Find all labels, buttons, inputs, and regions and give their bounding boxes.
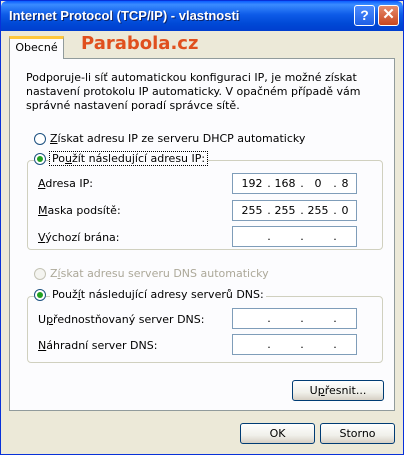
radio-ip-manual-label[interactable]: Použít následující adresu IP: <box>48 151 209 166</box>
ip-address-label: Adresa IP: <box>38 177 93 190</box>
properties-dialog: Internet Protocol (TCP/IP) - vlastnosti … <box>0 0 404 455</box>
default-gateway-label: Výchozí brána: <box>38 231 120 244</box>
radio-dns-auto[interactable] <box>34 268 46 280</box>
tab-general[interactable]: Obecné <box>9 36 64 59</box>
subnet-mask-input[interactable]: 255. 255. 255. 0 <box>232 200 357 221</box>
description-text: Podporuje-li síť automatickou konfigurac… <box>26 71 361 112</box>
ok-button[interactable]: OK <box>240 423 315 444</box>
advanced-button[interactable]: Upřesnit... <box>292 380 384 401</box>
alternate-dns-input[interactable]: . . . <box>232 334 357 355</box>
radio-ip-manual[interactable] <box>34 153 46 165</box>
radio-ip-auto[interactable] <box>34 133 46 145</box>
help-icon: ? <box>360 7 369 23</box>
default-gateway-input[interactable]: . . . <box>232 226 357 247</box>
preferred-dns-label: Upřednostňovaný server DNS: <box>38 313 205 326</box>
help-button[interactable]: ? <box>354 5 375 26</box>
close-icon: ✕ <box>382 6 395 23</box>
window-title: Internet Protocol (TCP/IP) - vlastnosti <box>9 8 240 23</box>
general-panel: Podporuje-li síť automatickou konfigurac… <box>9 58 395 411</box>
preferred-dns-input[interactable]: . . . <box>232 308 357 329</box>
radio-dns-manual[interactable] <box>34 289 46 301</box>
cancel-button[interactable]: Storno <box>320 423 395 444</box>
brand-watermark: Parabola.cz <box>81 33 199 54</box>
subnet-mask-label: Maska podsítě: <box>38 204 121 217</box>
alternate-dns-label: Náhradní server DNS: <box>38 339 158 352</box>
close-button[interactable]: ✕ <box>378 5 399 26</box>
title-bar[interactable]: Internet Protocol (TCP/IP) - vlastnosti … <box>1 1 403 31</box>
radio-dns-manual-label[interactable]: Použít následující adresy serverů DNS: <box>50 288 266 301</box>
radio-ip-auto-label[interactable]: Získat adresu IP ze serveru DHCP automat… <box>50 132 305 145</box>
ip-address-input[interactable]: 192. 168. 0. 8 <box>232 173 357 194</box>
radio-dns-auto-label[interactable]: Získat adresu serveru DNS automaticky <box>50 267 269 280</box>
